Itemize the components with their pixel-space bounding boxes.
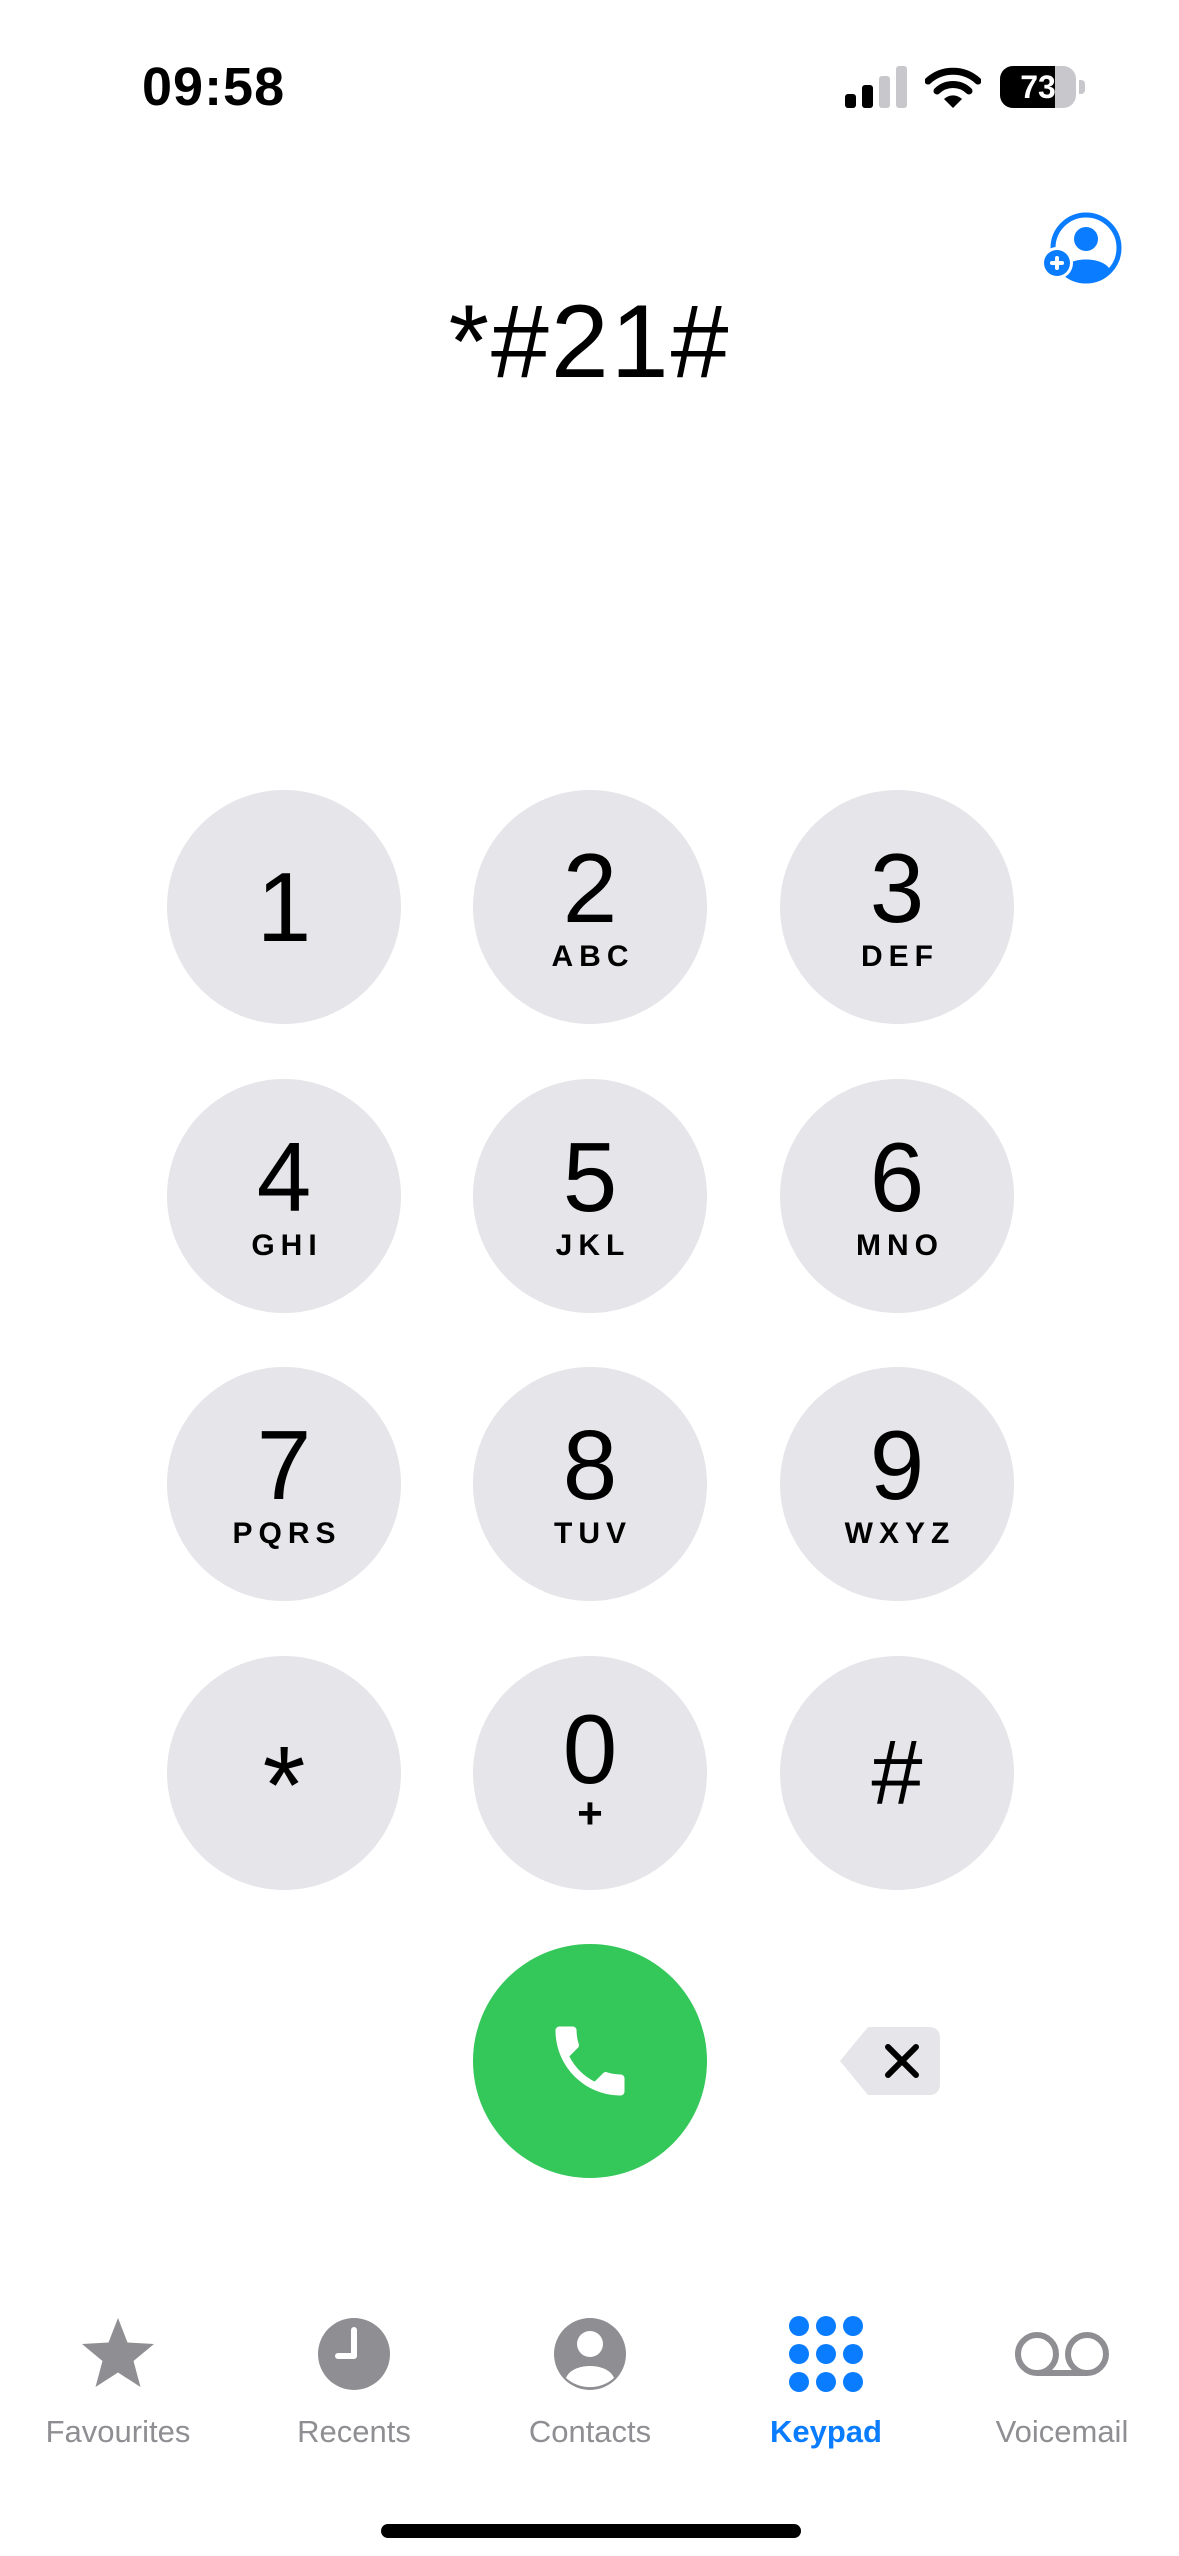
key-digit: 3 — [869, 833, 925, 943]
key-letters: ABC — [551, 940, 635, 973]
tab-recents[interactable]: Recents — [236, 2312, 472, 2472]
home-indicator[interactable] — [381, 2524, 801, 2538]
key-3[interactable]: 3 DEF — [780, 790, 1014, 1024]
key-digit: 2 — [562, 833, 618, 943]
keypad: 1 2 ABC 3 DEF 4 GHI 5 JKL 6 MNO 7 PQRS 8… — [0, 0, 1179, 1900]
tab-contacts[interactable]: Contacts — [472, 2312, 708, 2472]
key-letters: MNO — [856, 1229, 944, 1262]
keypad-grid-icon — [789, 2316, 863, 2392]
key-digit: 9 — [869, 1410, 925, 1520]
key-9[interactable]: 9 WXYZ — [780, 1367, 1014, 1601]
key-0[interactable]: 0 + — [473, 1656, 707, 1890]
key-1[interactable]: 1 — [167, 790, 401, 1024]
tab-label: Favourites — [45, 2414, 191, 2449]
key-7[interactable]: 7 PQRS — [167, 1367, 401, 1601]
key-letters: PQRS — [232, 1517, 342, 1550]
delete-backspace-icon[interactable] — [838, 2023, 942, 2099]
key-star[interactable]: * — [167, 1656, 401, 1890]
phone-icon — [555, 2026, 625, 2096]
tab-label: Contacts — [528, 2414, 652, 2449]
tab-label: Keypad — [770, 2414, 882, 2449]
key-2[interactable]: 2 ABC — [473, 790, 707, 1024]
key-5[interactable]: 5 JKL — [473, 1079, 707, 1313]
key-digit: 5 — [562, 1122, 618, 1232]
key-6[interactable]: 6 MNO — [780, 1079, 1014, 1313]
tab-bar: Favourites Recents Contacts Keypad Voice… — [0, 2312, 1179, 2472]
key-digit: 4 — [256, 1122, 312, 1232]
key-digit: 6 — [869, 1122, 925, 1232]
key-digit: 1 — [256, 852, 312, 962]
key-letters: DEF — [861, 940, 939, 973]
key-letters: TUV — [554, 1517, 632, 1550]
key-hash[interactable]: # — [780, 1656, 1014, 1890]
key-digit: 8 — [562, 1410, 618, 1520]
key-digit: * — [262, 1724, 306, 1847]
key-digit: # — [871, 1722, 923, 1824]
tab-voicemail[interactable]: Voicemail — [944, 2312, 1179, 2472]
key-4[interactable]: 4 GHI — [167, 1079, 401, 1313]
tab-keypad[interactable]: Keypad — [708, 2312, 944, 2472]
key-letters: JKL — [555, 1229, 631, 1262]
key-digit: 0 — [562, 1694, 618, 1804]
key-8[interactable]: 8 TUV — [473, 1367, 707, 1601]
key-letters: WXYZ — [844, 1517, 956, 1550]
voicemail-icon — [1015, 2332, 1109, 2376]
person-circle-icon — [554, 2318, 626, 2390]
tab-favourites[interactable]: Favourites — [0, 2312, 236, 2472]
clock-icon — [318, 2318, 390, 2390]
tab-label: Recents — [297, 2414, 411, 2449]
star-icon — [82, 2318, 154, 2387]
key-letters: + — [577, 1789, 603, 1838]
key-letters: GHI — [251, 1229, 323, 1262]
key-digit: 7 — [256, 1410, 312, 1520]
call-button[interactable] — [473, 1944, 707, 2178]
tab-label: Voicemail — [995, 2414, 1129, 2449]
